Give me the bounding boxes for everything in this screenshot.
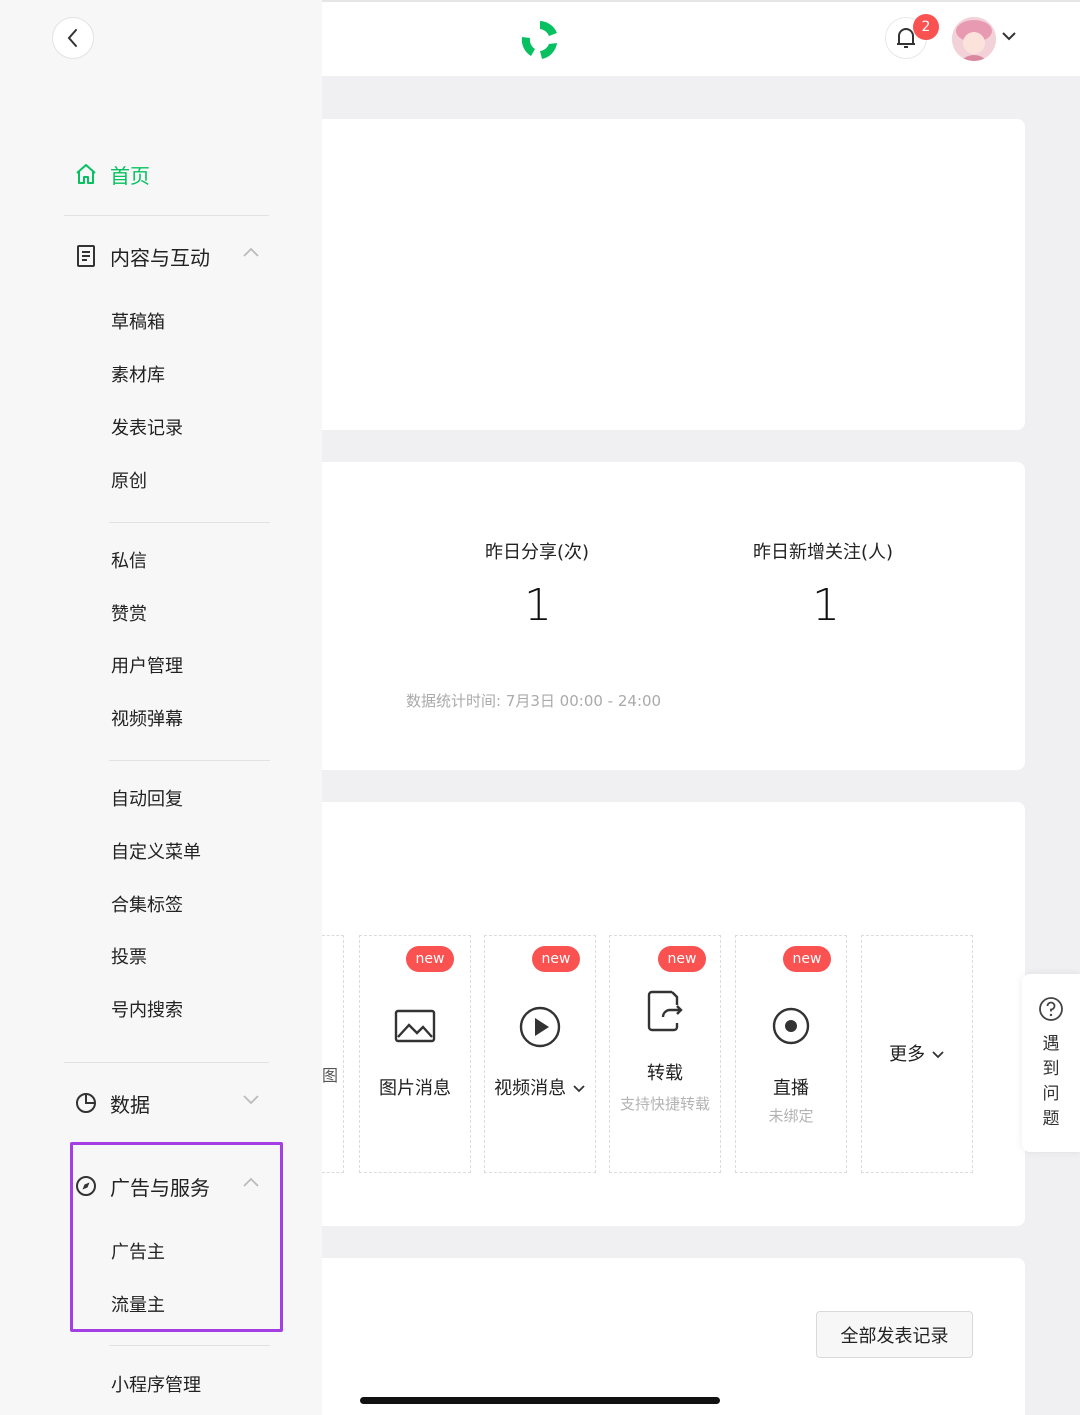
question-icon (1039, 997, 1063, 1021)
new-badge: new (783, 946, 831, 972)
tile-label: 视频消息 (494, 1078, 567, 1099)
live-icon (772, 1007, 810, 1045)
sidebar-group-content[interactable]: 内容与互动 (74, 238, 264, 274)
repost-icon (647, 990, 683, 1032)
tile-sublabel: 支持快捷转载 (619, 1095, 710, 1113)
all-records-button[interactable]: 全部发表记录 (816, 1311, 973, 1358)
home-icon (76, 164, 96, 184)
sidebar-item-original[interactable]: 原创 (111, 468, 147, 496)
sidebar-item-search[interactable]: 号内搜索 (111, 997, 183, 1025)
new-badge: new (532, 946, 580, 972)
tile-label-more: 更多 (861, 1040, 973, 1066)
back-button[interactable] (52, 17, 94, 59)
chevron-down-icon[interactable] (1001, 30, 1017, 42)
new-badge: new (658, 946, 706, 972)
sidebar-item-drafts[interactable]: 草稿箱 (111, 309, 165, 337)
sidebar-item-collection-tags[interactable]: 合集标签 (111, 892, 183, 920)
play-circle-icon (519, 1006, 561, 1048)
divider (109, 522, 270, 523)
sidebar-item-vote[interactable]: 投票 (111, 944, 147, 972)
stats-card (322, 462, 1025, 770)
wechat-logo-icon[interactable] (516, 16, 564, 64)
avatar[interactable] (952, 17, 996, 61)
divider (64, 215, 269, 216)
document-icon (74, 244, 98, 268)
image-icon (394, 1009, 436, 1043)
sidebar-group-data[interactable]: 数据 (74, 1085, 264, 1121)
sidebar-group-label: 内容与互动 (110, 245, 210, 270)
sidebar-item-custom-menu[interactable]: 自定义菜单 (111, 839, 201, 867)
notification-badge: 2 (913, 14, 939, 40)
sidebar-item-publish-records[interactable]: 发表记录 (111, 415, 183, 443)
tile-partial[interactable] (322, 935, 344, 1173)
sidebar-item-mini-program[interactable]: 小程序管理 (111, 1372, 201, 1400)
divider (109, 760, 270, 761)
divider (64, 1062, 269, 1063)
stats-time-note: 数据统计时间: 7月3日 00:00 - 24:00 (406, 692, 662, 710)
sidebar-item-home[interactable]: 首页 (74, 156, 150, 192)
chevron-down-icon (932, 1051, 944, 1059)
tile-partial-label: 图 (322, 1066, 339, 1085)
highlight-box (70, 1142, 283, 1332)
chevron-left-icon (67, 29, 77, 47)
sidebar-item-rewards[interactable]: 赞赏 (111, 601, 147, 629)
sidebar-item-auto-reply[interactable]: 自动回复 (111, 786, 183, 814)
chevron-down-icon[interactable] (572, 1084, 586, 1094)
new-badge: new (406, 946, 454, 972)
home-indicator (360, 1397, 720, 1404)
followers-label: 昨日新增关注(人) (753, 542, 894, 563)
sidebar-item-label: 首页 (110, 163, 150, 188)
sidebar-group-label: 数据 (110, 1092, 150, 1117)
chevron-down-icon (243, 1095, 259, 1105)
tile-label: 更多 (889, 1044, 926, 1065)
shares-value: 1 (524, 580, 552, 631)
sidebar-item-materials[interactable]: 素材库 (111, 362, 165, 390)
tile-label-video: 视频消息 (484, 1074, 596, 1100)
divider (109, 1345, 270, 1346)
tile-sublabel: 未绑定 (768, 1107, 814, 1125)
sidebar-item-users[interactable]: 用户管理 (111, 653, 183, 681)
pie-chart-icon (74, 1091, 98, 1115)
tile-label: 直播 (773, 1078, 809, 1099)
chevron-up-icon (243, 247, 259, 257)
tile-label: 图片消息 (379, 1078, 451, 1099)
followers-value: 1 (812, 580, 840, 631)
shares-label: 昨日分享(次) (485, 542, 590, 563)
help-label: 遇到问题 (1042, 1034, 1060, 1129)
sidebar-item-messages[interactable]: 私信 (111, 548, 147, 576)
tile-label: 转载 (647, 1063, 683, 1084)
overview-card (322, 119, 1025, 430)
sidebar-item-video-danmaku[interactable]: 视频弹幕 (111, 706, 183, 734)
